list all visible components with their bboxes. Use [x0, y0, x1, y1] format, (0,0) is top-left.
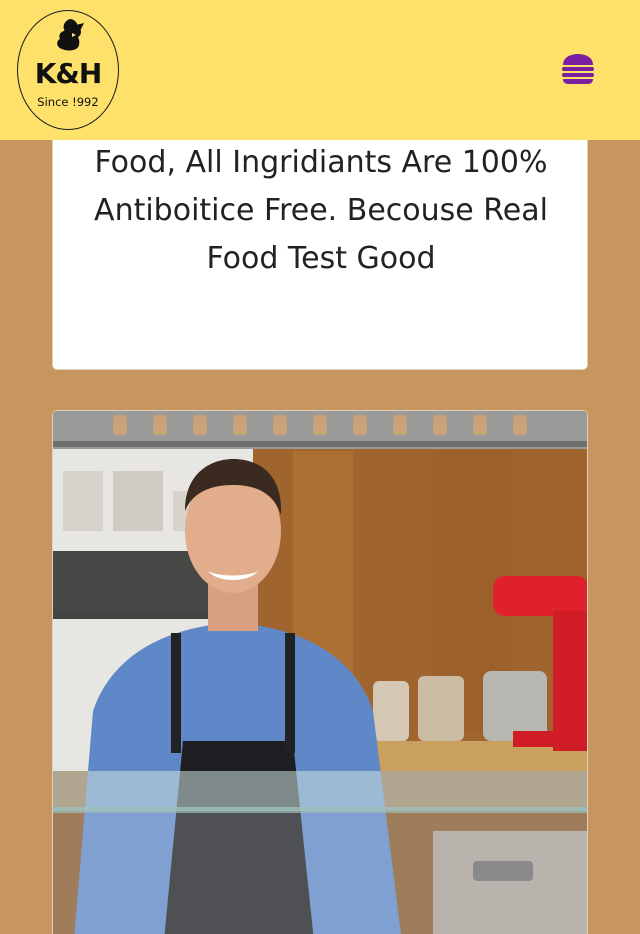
site-header: K&H Since !992 [0, 0, 640, 140]
hamburger-menu-button[interactable] [561, 53, 595, 85]
chef-photo [52, 410, 588, 934]
hamburger-menu-icon [562, 54, 594, 84]
about-text: Food, All Ingridiants Are 100% Antiboiti… [94, 145, 548, 276]
logo-since-text: Since !992 [37, 95, 99, 109]
brand-logo[interactable]: K&H Since !992 [17, 10, 119, 130]
logo-text: K&H [34, 57, 103, 90]
about-card: Food, All Ingridiants Are 100% Antiboiti… [52, 120, 588, 370]
chef-in-kitchen-image [53, 411, 587, 934]
